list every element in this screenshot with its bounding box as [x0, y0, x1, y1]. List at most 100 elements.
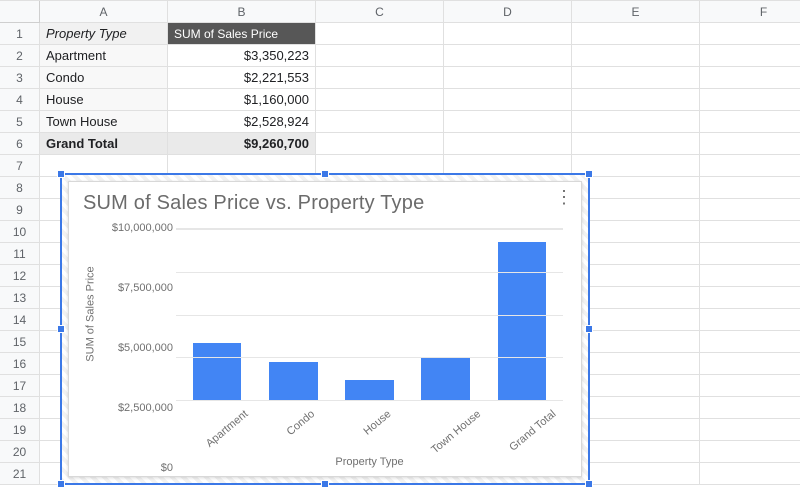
cell[interactable] [700, 419, 800, 441]
cell[interactable] [700, 155, 800, 177]
column-header[interactable]: C [316, 1, 444, 23]
cell[interactable] [316, 89, 444, 111]
row-header[interactable]: 13 [0, 287, 40, 309]
resize-handle[interactable] [321, 480, 329, 488]
cell[interactable] [316, 133, 444, 155]
cell[interactable] [572, 199, 700, 221]
cell[interactable] [572, 419, 700, 441]
cell[interactable] [572, 177, 700, 199]
cell[interactable] [700, 375, 800, 397]
cell[interactable] [572, 265, 700, 287]
cell[interactable] [700, 67, 800, 89]
resize-handle[interactable] [585, 170, 593, 178]
cell[interactable] [700, 45, 800, 67]
cell[interactable] [572, 67, 700, 89]
cell[interactable] [700, 221, 800, 243]
cell[interactable] [572, 397, 700, 419]
column-header[interactable]: A [40, 1, 168, 23]
cell[interactable]: Grand Total [40, 133, 168, 155]
chart-menu-icon[interactable]: ⋮ [555, 190, 573, 204]
cell[interactable] [700, 89, 800, 111]
cell[interactable] [572, 375, 700, 397]
cell[interactable]: $2,528,924 [168, 111, 316, 133]
row-header[interactable]: 5 [0, 111, 40, 133]
cell[interactable] [700, 441, 800, 463]
row-header[interactable]: 8 [0, 177, 40, 199]
chart-object[interactable]: ⋮ SUM of Sales Price vs. Property Type S… [60, 173, 590, 485]
cell[interactable] [572, 89, 700, 111]
cell[interactable] [444, 111, 572, 133]
cell[interactable] [700, 177, 800, 199]
cell[interactable] [700, 199, 800, 221]
cell[interactable]: Condo [40, 67, 168, 89]
cell[interactable] [700, 243, 800, 265]
cell[interactable] [444, 133, 572, 155]
row-header[interactable]: 11 [0, 243, 40, 265]
cell[interactable] [572, 243, 700, 265]
row-header[interactable]: 19 [0, 419, 40, 441]
cell[interactable]: $3,350,223 [168, 45, 316, 67]
cell[interactable] [444, 67, 572, 89]
row-header[interactable]: 20 [0, 441, 40, 463]
cell[interactable] [700, 133, 800, 155]
cell[interactable]: $2,221,553 [168, 67, 316, 89]
cell[interactable] [572, 133, 700, 155]
column-header[interactable]: B [168, 1, 316, 23]
cell[interactable] [572, 111, 700, 133]
cell[interactable]: $9,260,700 [168, 133, 316, 155]
column-header[interactable]: F [700, 1, 800, 23]
row-header[interactable]: 9 [0, 199, 40, 221]
resize-handle[interactable] [57, 325, 65, 333]
cell[interactable] [700, 353, 800, 375]
row-header[interactable]: 12 [0, 265, 40, 287]
row-header[interactable]: 3 [0, 67, 40, 89]
cell[interactable] [572, 331, 700, 353]
row-header[interactable]: 2 [0, 45, 40, 67]
cell[interactable] [700, 309, 800, 331]
cell[interactable]: SUM of Sales Price [168, 23, 316, 45]
cell[interactable] [700, 111, 800, 133]
resize-handle[interactable] [585, 325, 593, 333]
row-header[interactable]: 6 [0, 133, 40, 155]
cell[interactable] [572, 23, 700, 45]
cell[interactable] [444, 45, 572, 67]
cell[interactable]: Property Type [40, 23, 168, 45]
cell[interactable] [572, 45, 700, 67]
row-header[interactable]: 15 [0, 331, 40, 353]
row-header[interactable]: 21 [0, 463, 40, 485]
cell[interactable] [700, 463, 800, 485]
row-header[interactable]: 10 [0, 221, 40, 243]
cell[interactable] [700, 23, 800, 45]
cell[interactable] [572, 287, 700, 309]
row-header[interactable]: 14 [0, 309, 40, 331]
chart-card[interactable]: ⋮ SUM of Sales Price vs. Property Type S… [68, 181, 582, 477]
cell[interactable] [572, 353, 700, 375]
row-header[interactable]: 4 [0, 89, 40, 111]
cell[interactable]: Town House [40, 111, 168, 133]
cell[interactable] [316, 45, 444, 67]
row-header[interactable]: 18 [0, 397, 40, 419]
row-header[interactable]: 7 [0, 155, 40, 177]
row-header[interactable]: 17 [0, 375, 40, 397]
column-header[interactable]: D [444, 1, 572, 23]
row-header[interactable]: 1 [0, 23, 40, 45]
column-header[interactable]: E [572, 1, 700, 23]
resize-handle[interactable] [321, 170, 329, 178]
cell[interactable] [700, 331, 800, 353]
cell[interactable] [572, 221, 700, 243]
resize-handle[interactable] [585, 480, 593, 488]
cell[interactable] [316, 111, 444, 133]
row-header[interactable]: 16 [0, 353, 40, 375]
cell[interactable] [700, 397, 800, 419]
cell[interactable]: $1,160,000 [168, 89, 316, 111]
resize-handle[interactable] [57, 480, 65, 488]
cell[interactable] [572, 441, 700, 463]
cell[interactable] [700, 265, 800, 287]
resize-handle[interactable] [57, 170, 65, 178]
cell[interactable] [316, 23, 444, 45]
cell[interactable] [444, 89, 572, 111]
cell[interactable]: Apartment [40, 45, 168, 67]
cell[interactable]: House [40, 89, 168, 111]
cell[interactable] [444, 23, 572, 45]
cell[interactable] [316, 67, 444, 89]
